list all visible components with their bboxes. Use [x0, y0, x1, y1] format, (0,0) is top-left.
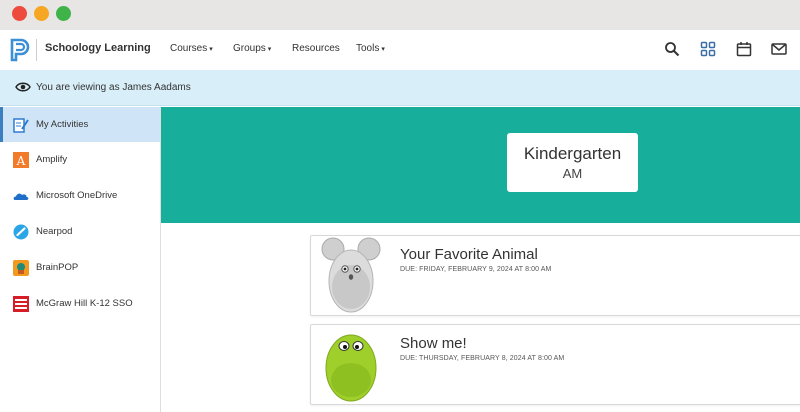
nav-tools-label: Tools [356, 43, 380, 54]
schoology-logo-icon[interactable] [10, 38, 30, 62]
sidebar-item-label: Microsoft OneDrive [36, 190, 118, 201]
brand-name[interactable]: Schoology Learning [45, 42, 151, 54]
activities-icon [13, 117, 29, 133]
window-titlebar [0, 0, 800, 30]
activity-due-date: DUE: FRIDAY, FEBRUARY 9, 2024 AT 8:00 AM [400, 266, 552, 273]
nav-groups[interactable]: Groups ▾ [233, 43, 271, 54]
logo-separator [36, 39, 37, 61]
sidebar-item-onedrive[interactable]: Microsoft OneDrive [0, 178, 160, 213]
chevron-down-icon: ▾ [267, 45, 272, 53]
class-section: AM [562, 166, 583, 181]
activity-card[interactable]: Your Favorite Animal DUE: FRIDAY, FEBRUA… [310, 235, 800, 316]
viewing-as-banner: You are viewing as James Aadams [0, 70, 800, 106]
activity-due-date: DUE: THURSDAY, FEBRUARY 8, 2024 AT 8:00 … [400, 355, 565, 362]
sidebar: My Activities A Amplify Microsoft OneDri… [0, 107, 161, 412]
apps-icon[interactable] [700, 41, 716, 57]
nav-resources-label: Resources [292, 43, 340, 54]
sidebar-item-label: Nearpod [36, 226, 73, 237]
onedrive-icon [13, 193, 29, 200]
activity-card[interactable]: Show me! DUE: THURSDAY, FEBRUARY 8, 2024… [310, 324, 800, 405]
sidebar-item-label: Amplify [36, 154, 68, 165]
sidebar-item-amplify[interactable]: A Amplify [0, 142, 160, 177]
nav-courses-label: Courses [170, 43, 208, 54]
activity-title[interactable]: Your Favorite Animal [400, 246, 538, 263]
eye-icon [15, 82, 31, 92]
green-egg-timer-image [325, 334, 377, 402]
chevron-down-icon: ▾ [209, 45, 213, 53]
amplify-icon: A [13, 151, 29, 168]
top-navbar: Schoology Learning Courses ▾ Groups ▾ Re… [0, 30, 800, 71]
sidebar-item-label: McGraw Hill K-12 SSO [36, 298, 133, 309]
mcgraw-hill-icon [13, 295, 29, 312]
class-name: Kindergarten [523, 144, 622, 163]
search-icon[interactable] [664, 41, 680, 57]
viewing-as-message: You are viewing as James Aadams [36, 82, 191, 93]
sidebar-item-my-activities[interactable]: My Activities [0, 107, 160, 142]
brainpop-icon [13, 259, 29, 276]
chevron-down-icon: ▾ [381, 45, 385, 53]
svg-text:A: A [16, 154, 26, 168]
sidebar-item-label: BrainPOP [36, 262, 79, 273]
sidebar-item-label: My Activities [36, 119, 89, 130]
class-header: Kindergarten AM [161, 107, 800, 223]
activity-title[interactable]: Show me! [400, 335, 467, 352]
sidebar-item-brainpop[interactable]: BrainPOP [0, 250, 160, 285]
activities-list: Your Favorite Animal DUE: FRIDAY, FEBRUA… [161, 223, 800, 412]
minimize-window-button[interactable] [34, 6, 49, 21]
nearpod-icon [13, 224, 29, 239]
sidebar-item-nearpod[interactable]: Nearpod [0, 214, 160, 249]
nav-resources[interactable]: Resources [292, 43, 340, 54]
nav-courses[interactable]: Courses ▾ [170, 43, 213, 54]
mail-icon[interactable] [771, 41, 787, 57]
calendar-icon[interactable] [736, 41, 752, 57]
class-title-card[interactable]: Kindergarten AM [507, 133, 638, 192]
mouse-egg-timer-image [321, 237, 381, 313]
nav-groups-label: Groups [233, 43, 266, 54]
sidebar-item-mcgraw-hill[interactable]: McGraw Hill K-12 SSO [0, 286, 160, 321]
browser-window: Schoology Learning Courses ▾ Groups ▾ Re… [0, 30, 800, 412]
maximize-window-button[interactable] [56, 6, 71, 21]
close-window-button[interactable] [12, 6, 27, 21]
nav-tools[interactable]: Tools ▾ [356, 43, 385, 54]
